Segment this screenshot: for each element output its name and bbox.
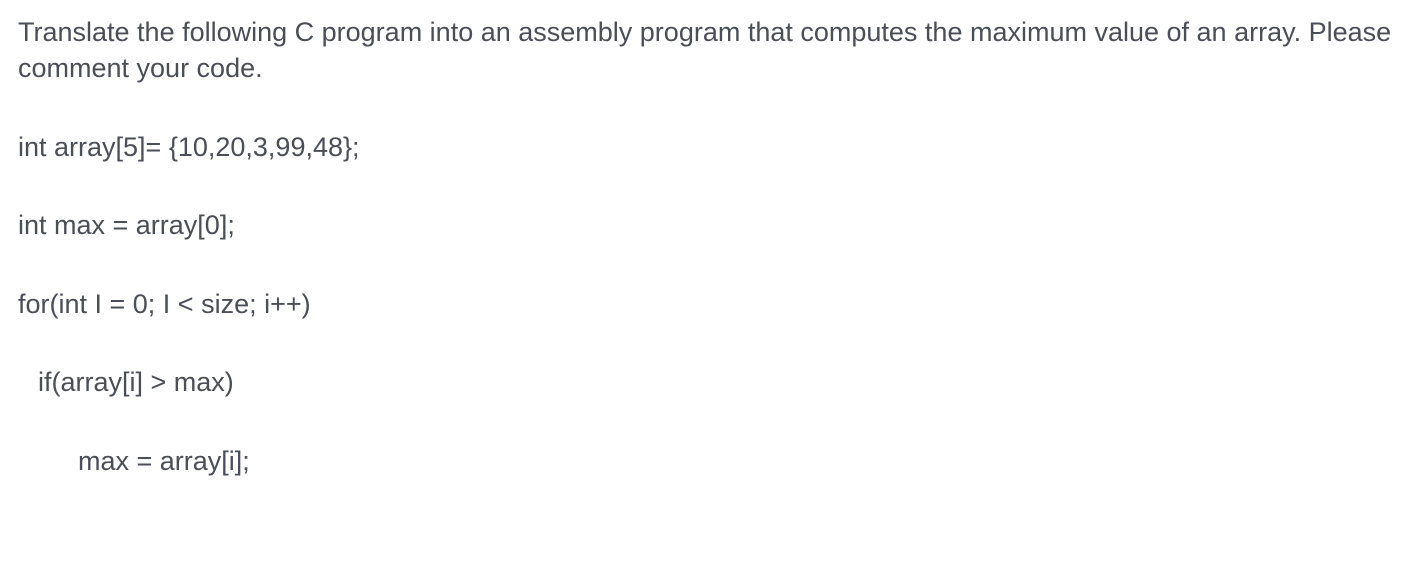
code-line-for-loop: for(int I = 0; I < size; i++) [18, 286, 1394, 322]
code-line-max-assignment: max = array[i]; [18, 443, 1394, 479]
code-line-max-init: int max = array[0]; [18, 207, 1394, 243]
code-line-if-condition: if(array[i] > max) [18, 364, 1394, 400]
code-line-array-declaration: int array[5]= {10,20,3,99,48}; [18, 129, 1394, 165]
question-prompt: Translate the following C program into a… [18, 14, 1394, 87]
